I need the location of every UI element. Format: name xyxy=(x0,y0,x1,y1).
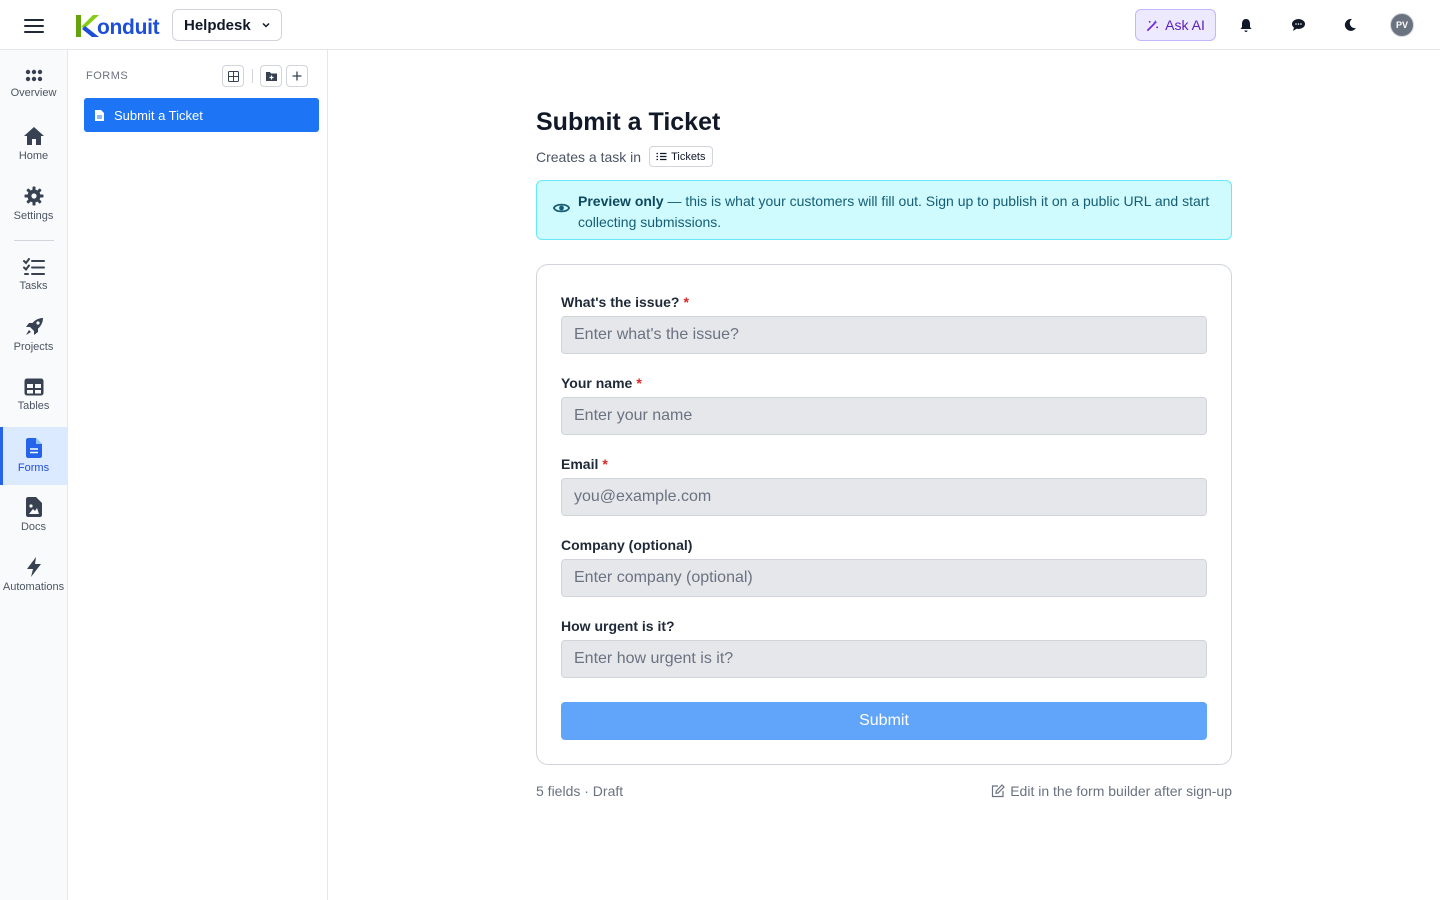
nav-label: Automations xyxy=(2,581,65,593)
name-input[interactable] xyxy=(561,397,1207,435)
edit-in-builder-label: Edit in the form builder after sign-up xyxy=(1010,783,1232,799)
required-marker: * xyxy=(602,456,608,472)
chat-icon[interactable] xyxy=(1286,13,1310,37)
target-table-label: Tickets xyxy=(671,150,706,163)
table-icon xyxy=(24,378,43,396)
subtitle-text: Creates a task in xyxy=(536,148,642,165)
notice-title: Preview only xyxy=(578,193,664,209)
logo-text: onduit xyxy=(97,16,160,39)
nav-label: Home xyxy=(18,150,49,162)
workspace-select[interactable]: Helpdesk xyxy=(172,9,282,41)
notice-text: — this is what your customers will fill … xyxy=(578,193,1210,230)
edit-in-builder-link[interactable]: Edit in the form builder after sign-up xyxy=(991,783,1232,799)
page-subtitle: Creates a task in Tickets xyxy=(536,146,1232,167)
file-icon xyxy=(95,109,104,121)
eye-icon xyxy=(553,203,570,213)
nav-label: Forms xyxy=(17,462,50,474)
bell-icon[interactable] xyxy=(1234,13,1258,37)
workspace-name: Helpdesk xyxy=(184,16,251,34)
grid-icon xyxy=(25,69,42,82)
field-label-urgency: How urgent is it? xyxy=(561,618,675,634)
form-status: 5 fields · Draft xyxy=(536,783,624,799)
required-marker: * xyxy=(683,294,689,310)
field-label-email: Email * xyxy=(561,456,608,472)
home-icon xyxy=(23,127,44,145)
new-folder-button[interactable] xyxy=(260,65,282,87)
rocket-icon xyxy=(25,318,43,335)
file-icon xyxy=(25,438,42,458)
page-title: Submit a Ticket xyxy=(536,108,721,136)
nav-label: Tasks xyxy=(19,280,48,292)
form-list-item-label: Submit a Ticket xyxy=(114,107,203,123)
logo[interactable]: onduit xyxy=(74,11,160,39)
form-list-item[interactable]: Submit a Ticket xyxy=(84,98,319,132)
issue-input[interactable] xyxy=(561,316,1207,354)
nav-overview[interactable]: Overview xyxy=(0,55,67,113)
form-card: What's the issue?* Your name* Email* Com… xyxy=(536,264,1232,765)
field-label-company: Company (optional) xyxy=(561,537,693,553)
add-form-button[interactable] xyxy=(286,65,308,87)
nav-home[interactable]: Home xyxy=(0,115,67,173)
nav-tables[interactable]: Tables xyxy=(0,366,67,424)
nav-automations[interactable]: Automations xyxy=(0,546,67,604)
left-nav-rail: Overview Home Settings Tasks Projects Ta… xyxy=(0,50,68,900)
plus-icon xyxy=(292,71,302,81)
nav-label: Docs xyxy=(20,521,47,533)
bolt-icon xyxy=(26,557,41,577)
chevron-down-icon xyxy=(262,22,270,28)
preview-notice: Preview only — this is what your custome… xyxy=(536,180,1232,240)
field-label-name: Your name * xyxy=(561,375,642,391)
edit-icon xyxy=(992,784,1006,798)
list-check-icon xyxy=(656,152,667,161)
top-bar: onduit Helpdesk Ask AI PV xyxy=(0,0,1440,50)
checklist-icon xyxy=(22,258,45,275)
nav-settings[interactable]: Settings xyxy=(0,175,67,233)
required-marker: * xyxy=(636,375,642,391)
field-label-issue: What's the issue? * xyxy=(561,294,689,310)
urgency-input[interactable] xyxy=(561,640,1207,678)
document-image-icon xyxy=(25,497,42,517)
nav-forms[interactable]: Forms xyxy=(0,427,67,485)
moon-icon[interactable] xyxy=(1338,13,1362,37)
nav-label: Projects xyxy=(13,341,54,353)
nav-divider xyxy=(14,240,54,241)
nav-label: Overview xyxy=(10,87,57,99)
grid-view-button[interactable] xyxy=(222,65,244,87)
nav-projects[interactable]: Projects xyxy=(0,306,67,364)
forms-panel: FORMS Submit a Ticket xyxy=(68,50,328,900)
menu-icon[interactable] xyxy=(22,15,46,35)
folder-plus-icon xyxy=(265,72,277,81)
email-input[interactable] xyxy=(561,478,1207,516)
avatar[interactable]: PV xyxy=(1390,13,1414,37)
submit-button[interactable]: Submit xyxy=(561,702,1207,740)
ask-ai-label: Ask AI xyxy=(1165,17,1205,33)
panel-title: FORMS xyxy=(86,70,129,82)
form-preview: Submit a Ticket Creates a task in Ticket… xyxy=(536,100,1232,799)
gear-icon xyxy=(24,186,43,206)
nav-label: Tables xyxy=(17,400,50,412)
ask-ai-button[interactable]: Ask AI xyxy=(1135,9,1216,41)
nav-label: Settings xyxy=(13,210,54,222)
nav-docs[interactable]: Docs xyxy=(0,486,67,544)
panel-divider xyxy=(252,69,253,83)
magic-wand-icon xyxy=(1147,19,1159,31)
form-footer: 5 fields · Draft Edit in the form builde… xyxy=(536,783,1232,799)
nav-tasks[interactable]: Tasks xyxy=(0,246,67,304)
table-grid-icon xyxy=(227,70,239,82)
target-table-chip[interactable]: Tickets xyxy=(649,146,713,167)
company-input[interactable] xyxy=(561,559,1207,597)
